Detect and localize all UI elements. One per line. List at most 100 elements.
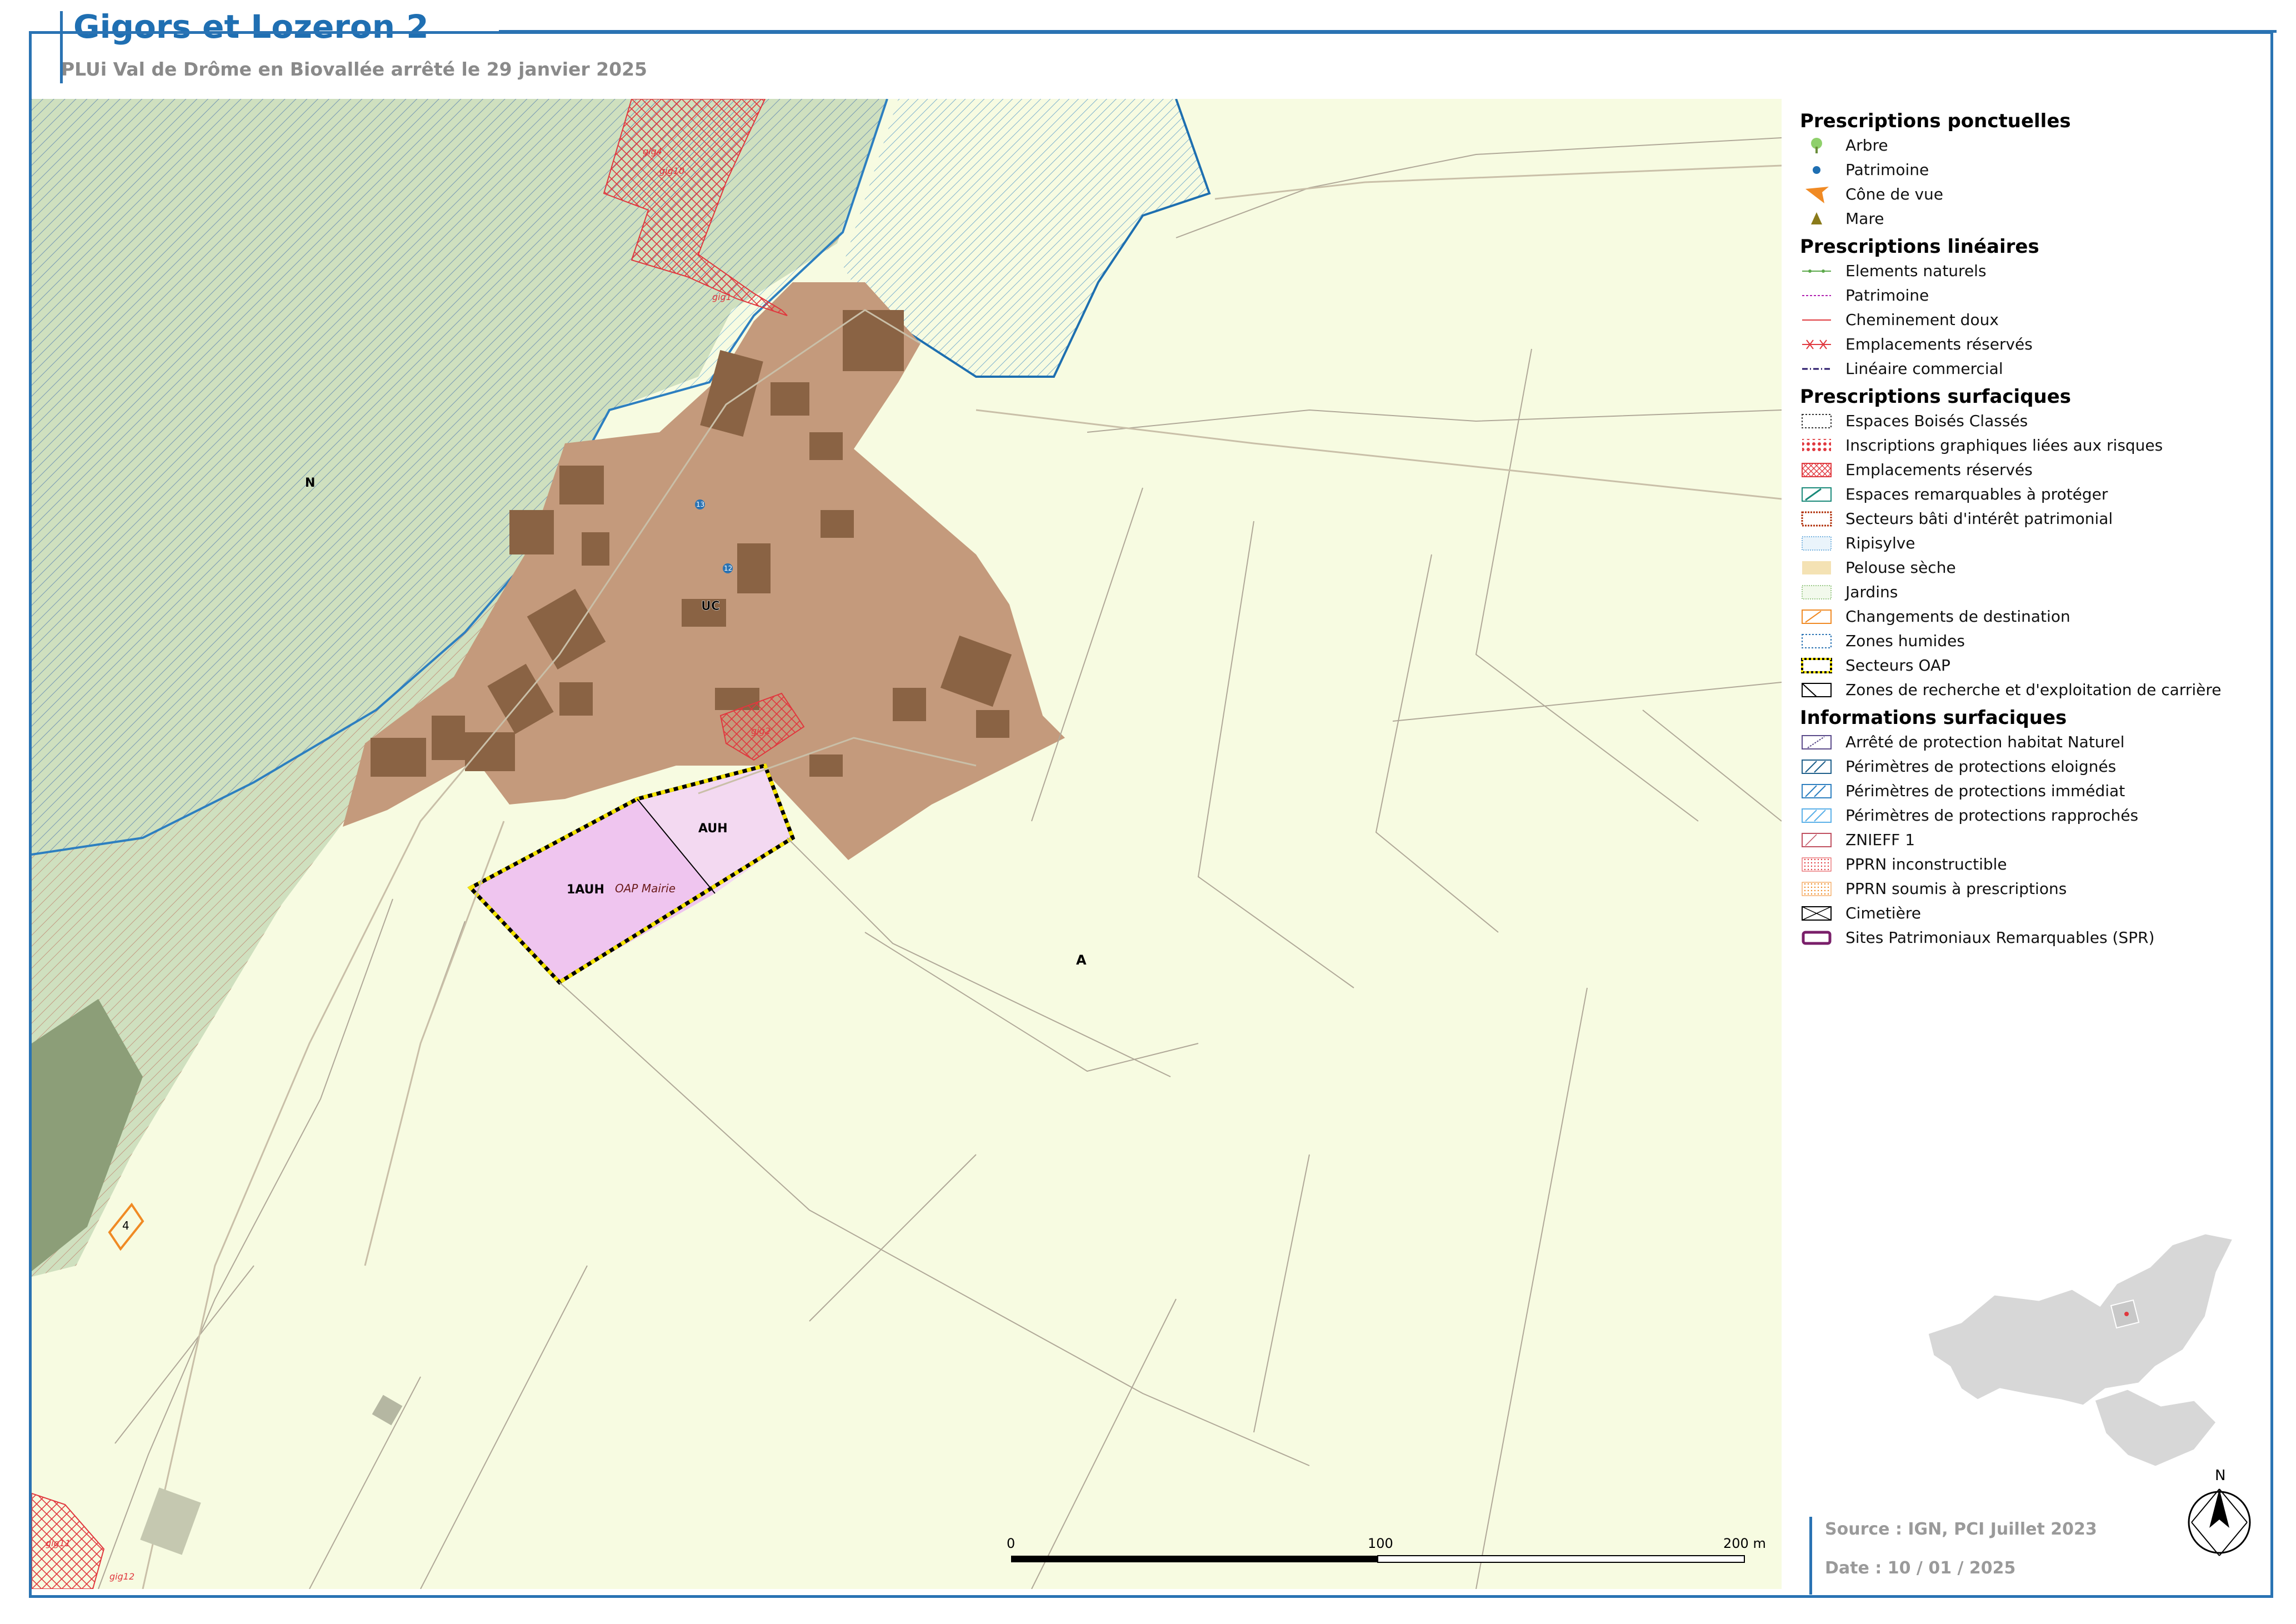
legend-item: Pelouse sèche	[1800, 556, 2272, 580]
building	[559, 682, 593, 716]
natural-line-icon	[1800, 261, 1833, 281]
ripisylve-swatch	[1800, 533, 1833, 553]
er-label-gig12: gig12	[109, 1571, 134, 1582]
legend-item: Emplacements réservés	[1800, 332, 2272, 357]
zone-label-1auh: 1AUH	[567, 883, 604, 897]
legend-item: Linéaire commercial	[1800, 357, 2272, 381]
er-label-gig10: gig10	[659, 166, 684, 176]
locator-territory	[1927, 1232, 2235, 1407]
building	[737, 543, 771, 593]
legend-item: Mare	[1800, 207, 2272, 231]
tree-icon	[1800, 136, 1833, 156]
zone-label-a: A	[1076, 952, 1087, 968]
er-label-gig1: gig1	[712, 292, 732, 302]
building	[371, 738, 426, 777]
legend-item: Arbre	[1800, 133, 2272, 158]
building	[809, 432, 843, 460]
building	[771, 382, 809, 416]
garden-swatch	[1800, 582, 1833, 602]
legend-item: PPRN soumis à prescriptions	[1800, 877, 2272, 901]
oap-label: OAP Mairie	[615, 882, 676, 895]
zone-label-uc: UC	[701, 599, 720, 613]
legend-heading-ponctuelles: Prescriptions ponctuelles	[1800, 110, 2071, 132]
zone-label-n: N	[305, 476, 315, 490]
legend-item: Périmètres de protections rapprochés	[1800, 803, 2272, 828]
legend-item: Périmètres de protections immédiat	[1800, 779, 2272, 803]
perimeter-far-swatch	[1800, 757, 1833, 777]
ebc-swatch	[1800, 411, 1833, 431]
map-canvas[interactable]: N UC AUH 1AUH OAP Mairie A gig4 gig10 gi…	[32, 99, 1782, 1589]
reserved-swatch	[1800, 460, 1833, 480]
oap-swatch	[1800, 656, 1833, 676]
perimeter-close-swatch	[1800, 806, 1833, 826]
legend-item: Cône de vue	[1800, 182, 2272, 207]
legend-item: Jardins	[1800, 580, 2272, 604]
legend-item: Elements naturels	[1800, 259, 2272, 283]
legend-item: Changements de destination	[1800, 604, 2272, 629]
legend-item: Emplacements réservés	[1800, 458, 2272, 482]
pprn-prescription-swatch	[1800, 879, 1833, 899]
patrimoine-label: 12	[724, 564, 732, 572]
legend-item: Inscriptions graphiques liées aux risque…	[1800, 433, 2272, 458]
change-destination-swatch	[1800, 607, 1833, 627]
heritage-line-icon	[1800, 286, 1833, 306]
risk-swatch	[1800, 436, 1833, 456]
wetland-swatch	[1800, 631, 1833, 651]
locator-territory-south	[2093, 1388, 2218, 1468]
perimeter-immediate-swatch	[1800, 781, 1833, 801]
building	[509, 510, 554, 554]
er-label-gig2: gig2	[751, 726, 771, 736]
pprn-unbuildable-swatch	[1800, 855, 1833, 875]
er-label-gig4: gig4	[643, 146, 662, 157]
source-text: Source : IGN, PCI Juillet 2023	[1825, 1520, 2097, 1539]
legend-item: PPRN inconstructible	[1800, 852, 2272, 877]
change-destination-label: 4	[122, 1219, 129, 1232]
er-label-gig11: gig11	[46, 1538, 71, 1548]
building	[809, 754, 843, 777]
building	[976, 710, 1009, 738]
date-text: Date : 10 / 01 / 2025	[1825, 1558, 2016, 1578]
building	[432, 716, 465, 760]
legend-item: Sites Patrimoniaux Remarquables (SPR)	[1800, 926, 2272, 950]
znieff-swatch	[1800, 830, 1833, 850]
cemetery-swatch	[1800, 903, 1833, 923]
building	[821, 510, 854, 538]
patrimoine-label: 13	[696, 501, 704, 508]
building	[582, 532, 609, 566]
spr-swatch	[1800, 928, 1833, 948]
north-arrow: N	[2188, 1467, 2251, 1556]
habitat-swatch	[1800, 732, 1833, 752]
legend-item: Secteurs OAP	[1800, 653, 2272, 678]
scale-tick-0: 0	[1007, 1536, 1015, 1551]
pond-icon	[1800, 209, 1833, 229]
dry-lawn-swatch	[1800, 558, 1833, 578]
quarry-swatch	[1800, 680, 1833, 700]
legend-item: Cheminement doux	[1800, 308, 2272, 332]
reserved-line-icon	[1800, 334, 1833, 354]
legend-item: Ripisylve	[1800, 531, 2272, 556]
legend-item: Espaces Boisés Classés	[1800, 409, 2272, 433]
locator-marker	[2124, 1312, 2129, 1316]
legend-item: Périmètres de protections eloignés	[1800, 754, 2272, 779]
source-rule	[1809, 1517, 1812, 1595]
building	[893, 688, 926, 721]
remarkable-swatch	[1800, 484, 1833, 504]
patrimoine-icon	[1800, 160, 1833, 180]
legend-item: Espaces remarquables à protéger	[1800, 482, 2272, 507]
view-cone-icon	[1800, 184, 1833, 204]
legend-item: ZNIEFF 1	[1800, 828, 2272, 852]
path-line-icon	[1800, 310, 1833, 330]
legend-item: Zones de recherche et d'exploitation de …	[1800, 678, 2272, 702]
legend-item: Arrêté de protection habitat Naturel	[1800, 730, 2272, 754]
legend-heading-informations: Informations surfaciques	[1800, 707, 2067, 729]
scale-tick-100: 100	[1368, 1536, 1393, 1551]
north-label: N	[2215, 1467, 2225, 1484]
legend-item: Zones humides	[1800, 629, 2272, 653]
legend-heading-surfaciques: Prescriptions surfaciques	[1800, 386, 2072, 408]
legend-item: Cimetière	[1800, 901, 2272, 926]
legend-item: Patrimoine	[1800, 283, 2272, 308]
legend-heading-lineaires: Prescriptions linéaires	[1800, 236, 2039, 258]
legend-item: Patrimoine	[1800, 158, 2272, 182]
commercial-line-icon	[1800, 359, 1833, 379]
zone-label-auh: AUH	[698, 822, 728, 836]
